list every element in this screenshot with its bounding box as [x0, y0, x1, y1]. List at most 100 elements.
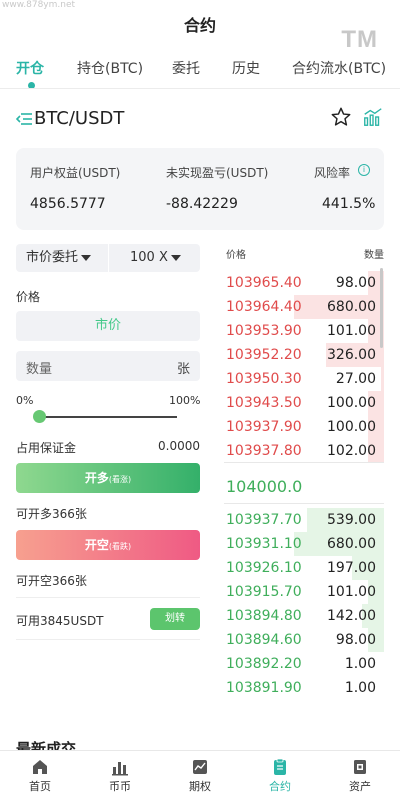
can-open-short: 可开空366张 [16, 574, 87, 588]
selector-divider [108, 244, 109, 272]
divider [224, 462, 384, 463]
divider [16, 639, 200, 640]
market-price-field[interactable]: 市价 [16, 311, 200, 341]
open-long-button[interactable]: 开多(看涨) [16, 463, 200, 493]
orderbook-qty-header: 数量 [364, 250, 384, 261]
ask-row[interactable]: 103943.50 100.00 [224, 391, 384, 415]
tab-positions[interactable]: 持仓(BTC) [77, 58, 143, 78]
quantity-field[interactable]: 数量 张 [16, 351, 200, 381]
home-icon [33, 760, 47, 774]
star-icon[interactable] [330, 106, 352, 128]
bid-row[interactable]: 103892.20 1.00 [224, 652, 384, 676]
bid-price: 103894.60 [226, 632, 302, 648]
tab-history[interactable]: 历史 [232, 58, 260, 78]
leverage-select[interactable]: 100 X [130, 244, 181, 272]
ask-qty: 100.00 [327, 395, 376, 411]
ask-qty: 27.00 [335, 371, 376, 387]
bid-row[interactable]: 103894.80 142.00 [224, 604, 384, 628]
ask-qty: 326.00 [327, 347, 376, 363]
bid-price: 103915.70 [226, 584, 302, 600]
divider [0, 88, 400, 89]
nav-spot-label: 币币 [109, 780, 131, 793]
info-icon[interactable]: i [358, 164, 370, 176]
percent-slider-track[interactable] [36, 416, 177, 418]
order-type-value: 市价委托 [26, 250, 79, 265]
menu-fold-icon[interactable] [16, 112, 32, 126]
bid-row[interactable]: 103937.70 539.00 [224, 508, 384, 532]
page-title: 合约 [183, 16, 216, 35]
tab-open[interactable]: 开仓 [16, 58, 44, 78]
ask-depth-bar [380, 367, 384, 391]
bid-price: 103892.20 [226, 656, 302, 672]
watermark: www.878ym.net [2, 0, 76, 10]
ask-qty: 100.00 [327, 419, 376, 435]
percent-min-label: 0% [16, 394, 34, 407]
nav-assets-label: 资产 [349, 780, 371, 793]
margin-label: 占用保证金 [16, 441, 77, 455]
nav-contract-label: 合约 [269, 780, 291, 793]
pnl-label: 未实现盈亏(USDT) [166, 166, 269, 180]
tab-orders[interactable]: 委托 [172, 58, 200, 78]
ask-price: 103965.40 [226, 275, 302, 291]
contract-icon [274, 758, 286, 775]
divider [16, 597, 200, 598]
ask-row[interactable]: 103937.80 102.00 [224, 439, 384, 463]
risk-value: 441.5% [322, 196, 376, 212]
bid-price: 103931.10 [226, 536, 302, 552]
bid-qty: 680.00 [327, 536, 376, 552]
orderbook-price-header: 价格 [226, 250, 246, 261]
order-type-select[interactable]: 市价委托 [26, 244, 92, 272]
bid-qty: 1.00 [344, 680, 376, 696]
scrollbar[interactable] [380, 268, 383, 348]
tab-contract-flow[interactable]: 合约流水(BTC) [292, 58, 386, 78]
pnl-value: -88.42229 [166, 196, 238, 212]
ask-qty: 680.00 [327, 299, 376, 315]
chart-icon[interactable] [362, 106, 384, 128]
bar-chart-icon [112, 762, 128, 776]
percent-max-label: 100% [169, 394, 201, 407]
equity-value: 4856.5777 [30, 196, 106, 212]
bid-qty: 1.00 [344, 656, 376, 672]
percent-slider-thumb[interactable] [33, 410, 46, 423]
ask-price: 103943.50 [226, 395, 302, 411]
ask-row[interactable]: 103964.40 680.00 [224, 295, 384, 319]
transfer-button[interactable]: 划转 [150, 608, 200, 630]
ask-qty: 98.00 [335, 275, 376, 291]
quantity-unit: 张 [176, 362, 190, 377]
ask-row[interactable]: 103937.90 100.00 [224, 415, 384, 439]
nav-options-label: 期权 [189, 780, 211, 793]
margin-value: 0.0000 [158, 439, 200, 453]
ask-row[interactable]: 103952.20 326.00 [224, 343, 384, 367]
pair-header: BTC/USDT [16, 106, 384, 134]
ask-price: 103952.20 [226, 347, 302, 363]
bid-row[interactable]: 103894.60 98.00 [224, 628, 384, 652]
open-long-label: 开多 [84, 471, 109, 485]
ask-qty: 102.00 [327, 443, 376, 459]
ask-row[interactable]: 103965.40 98.00 [224, 271, 384, 295]
ask-row[interactable]: 103950.30 27.00 [224, 367, 384, 391]
bid-row[interactable]: 103926.10 197.00 [224, 556, 384, 580]
nav-options[interactable]: 期权 [160, 751, 240, 800]
nav-spot[interactable]: 币币 [80, 751, 160, 800]
pair-name[interactable]: BTC/USDT [34, 108, 124, 129]
open-short-button[interactable]: 开空(看跌) [16, 530, 200, 560]
nav-contract[interactable]: 合约 [240, 751, 320, 800]
bottom-nav: 首页 币币 期权 合约 资产 [0, 750, 400, 800]
bid-price: 103937.70 [226, 512, 302, 528]
caret-down-icon [81, 254, 92, 261]
nav-home[interactable]: 首页 [0, 751, 80, 800]
ask-row[interactable]: 103953.90 101.00 [224, 319, 384, 343]
ask-qty: 101.00 [327, 323, 376, 339]
nav-assets[interactable]: 资产 [320, 751, 400, 800]
ask-price: 103950.30 [226, 371, 302, 387]
bid-price: 103894.80 [226, 608, 302, 624]
bid-row[interactable]: 103915.70 101.00 [224, 580, 384, 604]
bid-qty: 197.00 [327, 560, 376, 576]
bid-row[interactable]: 103891.90 1.00 [224, 676, 384, 700]
bid-qty: 98.00 [335, 632, 376, 648]
caret-down-icon [170, 254, 181, 261]
bid-price: 103891.90 [226, 680, 302, 696]
account-summary-card: 用户权益(USDT) 4856.5777 未实现盈亏(USDT) -88.422… [16, 148, 384, 230]
bid-row[interactable]: 103931.10 680.00 [224, 532, 384, 556]
available-balance: 可用3845USDT [16, 614, 104, 628]
